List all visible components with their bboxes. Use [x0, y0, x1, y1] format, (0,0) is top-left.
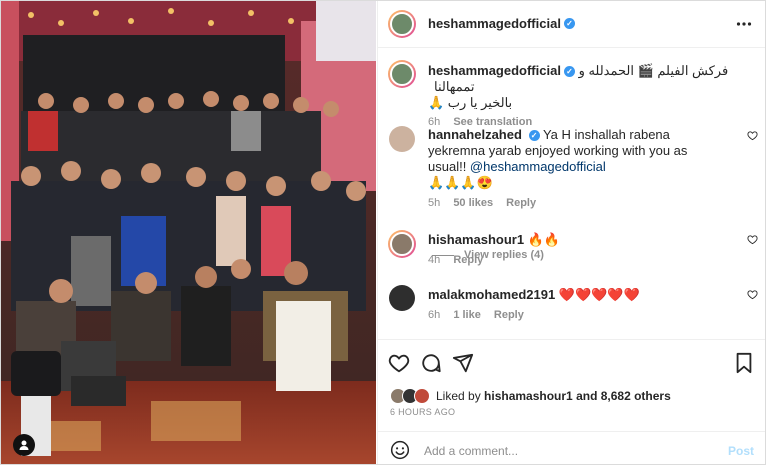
- more-options-icon[interactable]: [736, 16, 752, 37]
- comment-mention[interactable]: @heshammagedofficial: [470, 159, 606, 174]
- verified-badge-icon: ✓: [563, 66, 575, 78]
- liked-by-suffix[interactable]: and 8,682 others: [573, 389, 671, 403]
- author-name-group: heshammagedofficial ✓: [428, 15, 575, 33]
- post-header: heshammagedofficial ✓: [378, 1, 765, 48]
- author-avatar[interactable]: [388, 10, 416, 38]
- comment-likes[interactable]: 50 likes: [453, 197, 493, 209]
- liked-by-user[interactable]: hishamashour1: [484, 389, 573, 403]
- liked-by-row: Liked by hishamashour1 and 8,682 others: [390, 388, 671, 404]
- commenter-avatar[interactable]: [389, 285, 415, 311]
- comment-likes[interactable]: 1 like: [453, 309, 481, 321]
- post-comment-button[interactable]: Post: [728, 444, 754, 458]
- liker-avatar[interactable]: [414, 388, 430, 404]
- instagram-post-window: heshammagedofficial ✓ heshammagedofficial…: [0, 0, 766, 465]
- post-timestamp[interactable]: 6 HOURS AGO: [390, 407, 455, 417]
- verified-badge-icon: ✓: [563, 18, 575, 30]
- comment-text: ❤️❤️❤️❤️❤️: [558, 287, 640, 302]
- comment-bubble-icon[interactable]: [420, 352, 444, 376]
- comment-time[interactable]: 4h: [428, 254, 440, 266]
- post-details-panel: heshammagedofficial ✓ heshammagedofficial…: [377, 1, 765, 464]
- add-comment-input[interactable]: [422, 443, 716, 459]
- comments-list: heshammagedofficial ✓ فركش الفيلم 🎬 الحمد…: [378, 48, 765, 338]
- caption-avatar[interactable]: [388, 60, 416, 88]
- commenter-username[interactable]: hishamashour1: [428, 232, 524, 247]
- commenter-avatar[interactable]: [388, 230, 416, 258]
- like-heart-icon[interactable]: [388, 352, 412, 376]
- tagged-users-icon[interactable]: [13, 434, 35, 456]
- add-comment-bar: Post: [378, 431, 765, 464]
- share-send-icon[interactable]: [452, 352, 476, 376]
- caption-username[interactable]: heshammagedofficial: [428, 63, 561, 78]
- liked-by-prefix: Liked by: [436, 389, 485, 403]
- comment-like-heart-icon[interactable]: [747, 234, 758, 248]
- comment-like-heart-icon[interactable]: [747, 289, 758, 303]
- comment-time[interactable]: 5h: [428, 197, 440, 209]
- reply-button[interactable]: Reply: [494, 309, 524, 321]
- save-bookmark-icon[interactable]: [734, 352, 758, 376]
- comment-text: 🔥🔥: [527, 232, 561, 247]
- caption-text-line2: بالخير يا رب 🙏: [428, 95, 513, 110]
- commenter-username[interactable]: malakmohamed2191: [428, 287, 555, 302]
- reply-button[interactable]: Reply: [506, 197, 536, 209]
- post-actions: Liked by hishamashour1 and 8,682 others …: [378, 339, 765, 464]
- commenter-avatar[interactable]: [389, 126, 415, 152]
- post-photo[interactable]: [1, 1, 376, 464]
- emoji-icon[interactable]: [390, 440, 412, 462]
- group-photo-illustration: [1, 1, 376, 464]
- commenter-username[interactable]: hannahelzahed: [428, 127, 522, 142]
- author-username[interactable]: heshammagedofficial: [428, 16, 561, 31]
- comment-time[interactable]: 6h: [428, 309, 440, 321]
- comment-emoji-line: 🙏🙏🙏😍: [428, 175, 493, 190]
- reply-button[interactable]: Reply: [453, 254, 483, 266]
- comment-like-heart-icon[interactable]: [747, 130, 758, 144]
- verified-badge-icon: ✓: [528, 130, 540, 142]
